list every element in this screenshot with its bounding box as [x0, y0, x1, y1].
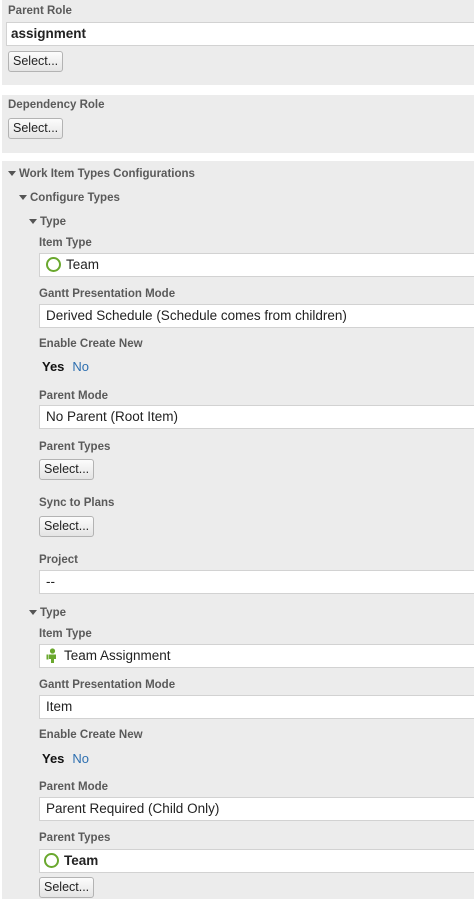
parent-role-section: Parent Role assignment Select...: [2, 0, 474, 85]
enable-create-toggle: Yes No: [42, 751, 89, 766]
parent-role-label: Parent Role: [8, 5, 72, 17]
type-toggle[interactable]: Type: [29, 607, 66, 619]
type-header: Type: [40, 216, 66, 228]
gantt-mode-field[interactable]: Derived Schedule (Schedule comes from ch…: [39, 304, 474, 328]
enable-create-label: Enable Create New: [39, 338, 143, 350]
gantt-mode-label: Gantt Presentation Mode: [39, 679, 176, 691]
sync-to-plans-label: Sync to Plans: [39, 497, 115, 509]
green-ring-icon: [46, 257, 61, 272]
enable-create-no[interactable]: No: [72, 751, 89, 766]
parent-role-select-button[interactable]: Select...: [8, 51, 64, 72]
project-label: Project: [39, 554, 78, 566]
gantt-mode-field[interactable]: Item: [39, 695, 474, 719]
enable-create-yes[interactable]: Yes: [42, 359, 64, 374]
item-type-value: Team Assignment: [64, 648, 171, 663]
enable-create-no[interactable]: No: [72, 359, 89, 374]
caret-down-icon: [8, 171, 16, 176]
item-type-value: Team: [66, 257, 100, 272]
enable-create-toggle: Yes No: [42, 359, 89, 374]
gantt-mode-label: Gantt Presentation Mode: [39, 288, 176, 300]
type-toggle[interactable]: Type: [29, 216, 66, 228]
dependency-role-section: Dependency Role Select...: [2, 95, 474, 153]
enable-create-label: Enable Create New: [39, 729, 143, 741]
work-item-types-section: Work Item Types Configurations Configure…: [2, 161, 474, 899]
parent-types-select-button[interactable]: Select...: [39, 877, 95, 898]
parent-types-value: Team: [64, 853, 99, 868]
parent-mode-label: Parent Mode: [39, 390, 109, 402]
item-type-field[interactable]: Team: [39, 253, 474, 277]
project-field[interactable]: --: [39, 570, 474, 594]
enable-create-yes[interactable]: Yes: [42, 751, 64, 766]
green-person-icon: [46, 648, 56, 663]
dependency-role-select-button[interactable]: Select...: [8, 118, 64, 139]
work-item-types-toggle[interactable]: Work Item Types Configurations: [8, 168, 195, 180]
configure-types-title: Configure Types: [30, 192, 120, 204]
caret-down-icon: [19, 195, 27, 200]
parent-types-label: Parent Types: [39, 832, 111, 844]
parent-mode-field[interactable]: Parent Required (Child Only): [39, 797, 474, 821]
configure-types-toggle[interactable]: Configure Types: [19, 192, 120, 204]
item-type-label: Item Type: [39, 237, 92, 249]
parent-role-value: assignment: [11, 26, 87, 41]
parent-types-field[interactable]: Team: [39, 849, 474, 873]
parent-mode-field[interactable]: No Parent (Root Item): [39, 405, 474, 429]
item-type-label: Item Type: [39, 628, 92, 640]
green-ring-icon: [44, 853, 59, 868]
parent-types-select-button[interactable]: Select...: [39, 459, 95, 480]
caret-down-icon: [29, 219, 37, 224]
sync-to-plans-select-button[interactable]: Select...: [39, 516, 95, 537]
parent-mode-label: Parent Mode: [39, 781, 109, 793]
type-header: Type: [40, 607, 66, 619]
item-type-field[interactable]: Team Assignment: [39, 644, 474, 668]
dependency-role-label: Dependency Role: [8, 99, 105, 111]
parent-types-label: Parent Types: [39, 441, 111, 453]
parent-role-field[interactable]: assignment: [6, 22, 474, 46]
work-item-types-title: Work Item Types Configurations: [19, 168, 195, 180]
caret-down-icon: [29, 610, 37, 615]
